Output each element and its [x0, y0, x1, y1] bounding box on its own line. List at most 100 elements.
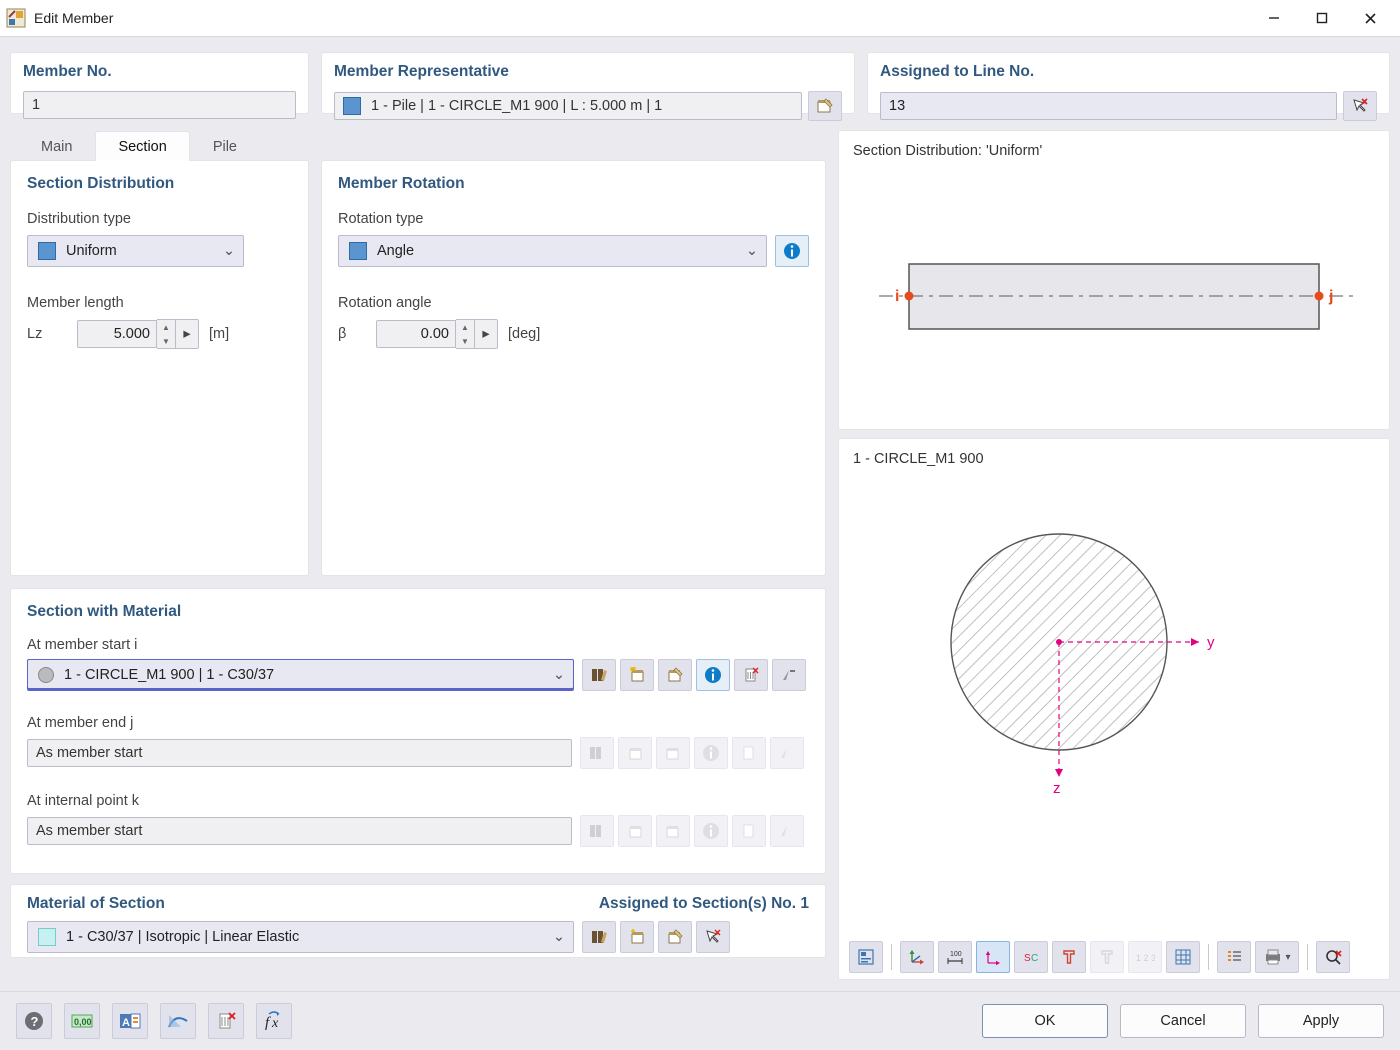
- svg-text:x: x: [271, 1016, 279, 1031]
- member-no-field: 1: [23, 91, 296, 119]
- member-rotation-panel: Member Rotation Rotation type Angle ⌄ Ro…: [321, 160, 826, 576]
- dialog-footer: ? 0,00 A fx OK Cancel Apply: [0, 991, 1400, 1050]
- material-library-button[interactable]: [582, 921, 616, 953]
- rotation-type-swatch: [349, 242, 367, 260]
- dimension-button[interactable]: 100: [938, 941, 972, 973]
- material-of-section-panel: Material of Section Assigned to Section(…: [10, 884, 826, 958]
- svg-text:1 2 3: 1 2 3: [1136, 953, 1155, 963]
- apply-button[interactable]: Apply: [1258, 1004, 1384, 1038]
- edit-member-rep-button[interactable]: [808, 91, 842, 121]
- section-info-button: [694, 737, 728, 769]
- member-no-title: Member No.: [23, 63, 296, 81]
- library-button: [580, 737, 614, 769]
- formula-button[interactable]: fx: [256, 1003, 292, 1039]
- member-rep-panel: Member Representative 1 - Pile | 1 - CIR…: [321, 52, 855, 114]
- tab-pile[interactable]: Pile: [190, 131, 260, 161]
- angle-spinner[interactable]: ▲▼: [456, 319, 475, 349]
- svg-text:A: A: [122, 1017, 130, 1029]
- ok-button[interactable]: OK: [982, 1004, 1108, 1038]
- library-button[interactable]: [582, 659, 616, 691]
- preview-toolbar: 100 SC 1 2 3 ▾: [839, 935, 1389, 979]
- tab-main[interactable]: Main: [18, 131, 95, 161]
- chevron-down-icon: ⌄: [545, 929, 573, 945]
- new-material-button[interactable]: [620, 921, 654, 953]
- material-select[interactable]: 1 - C30/37 | Isotropic | Linear Elastic …: [27, 921, 574, 953]
- section-info-button[interactable]: [696, 659, 730, 691]
- start-label: At member start i: [27, 637, 809, 653]
- numbering-button: 1 2 3: [1128, 941, 1162, 973]
- section-start-swatch: [38, 667, 54, 683]
- stress-points-button[interactable]: SC: [1014, 941, 1048, 973]
- edit-section-button: [656, 815, 690, 847]
- grid-button[interactable]: [1166, 941, 1200, 973]
- svg-text:?: ?: [31, 1014, 39, 1029]
- section-start-toolbar: [582, 659, 806, 691]
- length-symbol: Lz: [27, 326, 77, 342]
- section-with-material-panel: Section with Material At member start i …: [10, 588, 826, 874]
- axes-button[interactable]: [900, 941, 934, 973]
- chevron-down-icon: ⌄: [545, 667, 573, 683]
- maximize-button[interactable]: [1298, 0, 1346, 36]
- pick-line-button[interactable]: [1343, 91, 1377, 121]
- member-rep-field[interactable]: 1 - Pile | 1 - CIRCLE_M1 900 | L : 5.000…: [334, 92, 802, 120]
- tab-section[interactable]: Section: [95, 131, 189, 161]
- delete-section-button[interactable]: [734, 659, 768, 691]
- section-shape-button[interactable]: [1052, 941, 1086, 973]
- section-preview-svg: y z: [859, 467, 1369, 847]
- local-axes-button[interactable]: [976, 941, 1010, 973]
- cancel-button[interactable]: Cancel: [1120, 1004, 1246, 1038]
- units-button[interactable]: 0,00: [64, 1003, 100, 1039]
- edit-section-button[interactable]: [658, 659, 692, 691]
- length-spinner[interactable]: ▲▼: [157, 319, 176, 349]
- values-button[interactable]: [849, 941, 883, 973]
- chevron-down-icon: ⌄: [215, 243, 243, 259]
- app-icon: [6, 8, 26, 28]
- material-of-section-title: Material of Section: [27, 895, 165, 913]
- assigned-line-title: Assigned to Line No.: [880, 63, 1377, 81]
- section-start-select[interactable]: 1 - CIRCLE_M1 900 | 1 - C30/37 ⌄: [27, 659, 574, 691]
- align-section-button[interactable]: [772, 659, 806, 691]
- rotation-angle-label: Rotation angle: [338, 295, 809, 311]
- member-rep-value: 1 - Pile | 1 - CIRCLE_M1 900 | L : 5.000…: [371, 98, 662, 114]
- distribution-type-select[interactable]: Uniform ⌄: [27, 235, 244, 267]
- length-arrow-button[interactable]: ▸: [176, 319, 199, 349]
- align-section-button: [770, 815, 804, 847]
- member-no-panel: Member No. 1: [10, 52, 309, 114]
- calculate-button[interactable]: [160, 1003, 196, 1039]
- section-distribution-panel: Section Distribution Distribution type U…: [10, 160, 309, 576]
- svg-text:0,00: 0,00: [74, 1017, 92, 1027]
- member-length-input[interactable]: 5.000 ▲▼ ▸: [77, 321, 199, 347]
- find-button[interactable]: [1316, 941, 1350, 973]
- tabstrip: Main Section Pile: [10, 130, 826, 160]
- minimize-button[interactable]: [1250, 0, 1298, 36]
- display-settings-button[interactable]: A: [112, 1003, 148, 1039]
- member-no-value: 1: [32, 97, 40, 113]
- internal-label: At internal point k: [27, 793, 809, 809]
- distribution-preview-title: Section Distribution: 'Uniform': [853, 143, 1389, 159]
- section-internal-value: As member start: [36, 823, 142, 839]
- list-button[interactable]: [1217, 941, 1251, 973]
- close-button[interactable]: [1346, 0, 1394, 36]
- angle-arrow-button[interactable]: ▸: [475, 319, 498, 349]
- assigned-line-field[interactable]: 13: [880, 92, 1337, 120]
- assigned-line-panel: Assigned to Line No. 13: [867, 52, 1390, 114]
- svg-text:S: S: [1024, 953, 1031, 964]
- svg-text:y: y: [1207, 634, 1215, 651]
- edit-material-button[interactable]: [658, 921, 692, 953]
- rotation-info-button[interactable]: [775, 235, 809, 267]
- reset-button[interactable]: [208, 1003, 244, 1039]
- help-button[interactable]: ?: [16, 1003, 52, 1039]
- new-section-button[interactable]: [620, 659, 654, 691]
- new-section-button: [618, 737, 652, 769]
- section-with-material-title: Section with Material: [27, 603, 809, 621]
- material-value: 1 - C30/37 | Isotropic | Linear Elastic: [66, 929, 306, 945]
- material-toolbar: [582, 921, 730, 953]
- rotation-type-select[interactable]: Angle ⌄: [338, 235, 767, 267]
- rotation-angle-input[interactable]: 0.00 ▲▼ ▸: [376, 321, 498, 347]
- new-section-button: [618, 815, 652, 847]
- member-rep-title: Member Representative: [334, 63, 842, 81]
- rotation-type-label: Rotation type: [338, 211, 809, 227]
- print-button[interactable]: ▾: [1255, 941, 1299, 973]
- pick-material-button[interactable]: [696, 921, 730, 953]
- align-section-button: [770, 737, 804, 769]
